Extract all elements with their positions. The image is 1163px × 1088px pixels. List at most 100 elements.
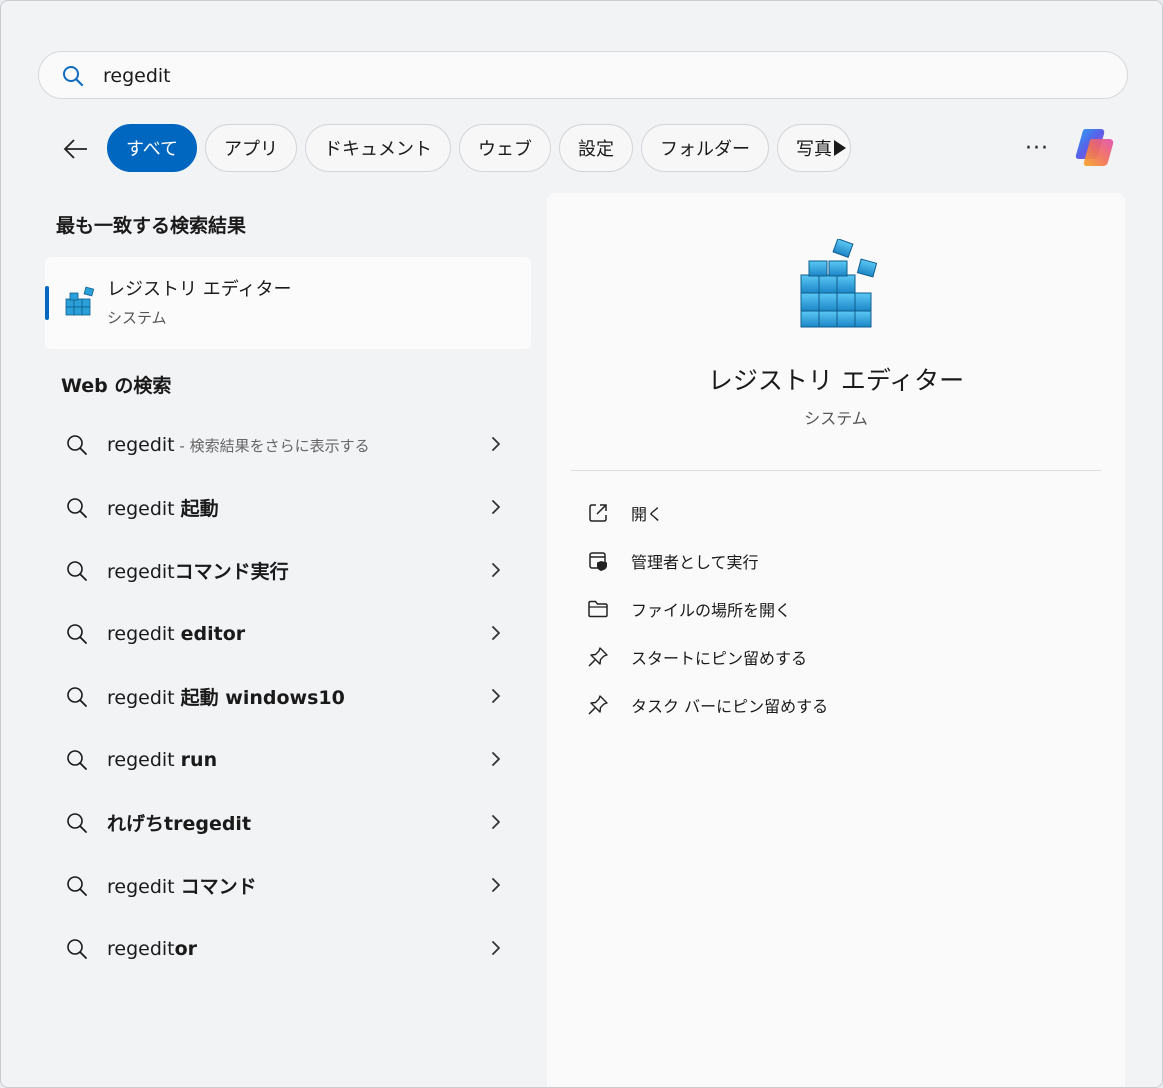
query-text: regedit (107, 876, 181, 898)
action-run-as-admin[interactable]: 管理者として実行 (583, 537, 1083, 585)
web-search-text: regedit run (107, 749, 217, 771)
action-open-file-location-label: ファイルの場所を開く (631, 601, 792, 620)
more-options-button[interactable]: ··· (1017, 135, 1057, 161)
query-suggestion: コマンド実行 (174, 561, 289, 583)
chevron-right-icon (492, 437, 500, 451)
search-icon (67, 687, 87, 707)
shield-admin-icon (589, 552, 607, 571)
web-search-item[interactable]: regedit - 検索結果をさらに表示する (45, 413, 531, 476)
search-window: すべて アプリ ドキュメント ウェブ 設定 フォルダー 写真 ··· 最も一致 (0, 0, 1163, 1088)
back-button[interactable] (57, 131, 93, 167)
query-suggestion: run (180, 748, 218, 771)
chevron-right-icon (492, 878, 500, 892)
query-text: regedit (107, 622, 181, 645)
web-search-item[interactable]: regedit editor (45, 602, 531, 665)
search-input[interactable] (103, 60, 1083, 92)
more-filters-button[interactable] (827, 135, 853, 161)
chip-web[interactable]: ウェブ (459, 124, 552, 172)
search-icon (67, 624, 87, 644)
action-open-label: 開く (631, 505, 664, 524)
registry-editor-large-icon (800, 239, 878, 328)
action-list: 開く 管理者として実行 ファイルの場所を開く スタートにピン留めする タスク バ… (583, 489, 1083, 729)
query-text: regedit (107, 748, 181, 771)
pin-icon (588, 647, 608, 667)
chevron-right-icon (492, 752, 500, 766)
web-search-item[interactable]: regedit 起動 windows10 (45, 665, 531, 728)
web-search-item[interactable]: regedit run (45, 728, 531, 791)
query-suffix: - 検索結果をさらに表示する (174, 436, 370, 455)
search-icon (67, 498, 87, 518)
web-search-item[interactable]: regedit 起動 (45, 476, 531, 539)
search-icon (67, 939, 87, 959)
web-search-item[interactable]: れげちtregedit (45, 791, 531, 854)
chevron-right-icon (492, 500, 500, 514)
open-external-icon (589, 504, 607, 522)
query-text: regedit (107, 561, 175, 583)
search-icon (67, 813, 87, 833)
registry-editor-icon (65, 286, 95, 316)
search-box[interactable] (38, 51, 1128, 99)
divider (571, 470, 1101, 471)
web-search-list: regedit - 検索結果をさらに表示する regedit 起動 regeditコ… (45, 413, 531, 980)
web-search-text: regedit editor (107, 623, 245, 645)
chip-folders[interactable]: フォルダー (641, 124, 770, 172)
search-icon (67, 435, 87, 455)
web-search-text: regedit 起動 (107, 494, 219, 521)
query-suggestion: れげちtregedit (107, 813, 252, 835)
query-text: regedit (107, 498, 181, 520)
action-run-as-admin-label: 管理者として実行 (631, 553, 759, 572)
chevron-right-icon (492, 689, 500, 703)
copilot-button[interactable] (1071, 125, 1119, 171)
web-search-text: れげちtregedit (107, 809, 251, 836)
query-suggestion: or (174, 937, 198, 960)
query-text: regedit (107, 687, 181, 709)
query-suggestion: 起動 (180, 498, 219, 520)
best-match-type: システム (107, 309, 167, 327)
chip-all[interactable]: すべて (107, 124, 198, 172)
action-pin-to-start-label: スタートにピン留めする (631, 649, 808, 668)
preview-app-type: システム (804, 409, 868, 428)
chevron-right-icon (492, 563, 500, 577)
query-suggestion: コマンド (180, 876, 257, 898)
action-pin-to-taskbar-label: タスク バーにピン留めする (631, 697, 829, 716)
query-text: regedit (107, 433, 175, 456)
chevron-right-icon (492, 626, 500, 640)
action-open-file-location[interactable]: ファイルの場所を開く (583, 585, 1083, 633)
web-search-text: regedit コマンド (107, 872, 257, 899)
query-suggestion: 起動 windows10 (180, 687, 345, 709)
web-search-text: regeditor (107, 938, 197, 960)
search-icon (67, 561, 87, 581)
arrow-left-icon (63, 139, 87, 159)
best-match-name: レジストリ エディター (107, 279, 292, 300)
web-search-item[interactable]: regeditor (45, 917, 531, 980)
copilot-icon (1075, 129, 1114, 166)
selection-indicator (45, 286, 49, 320)
web-search-text: regeditコマンド実行 (107, 557, 289, 584)
best-match-heading: 最も一致する検索結果 (56, 215, 247, 237)
best-match-item[interactable]: レジストリ エディター システム (45, 257, 531, 349)
action-pin-to-taskbar[interactable]: タスク バーにピン留めする (583, 681, 1083, 729)
action-open[interactable]: 開く (583, 489, 1083, 537)
web-search-item[interactable]: regedit コマンド (45, 854, 531, 917)
web-search-item[interactable]: regeditコマンド実行 (45, 539, 531, 602)
chip-settings[interactable]: 設定 (559, 124, 634, 172)
web-search-text: regedit 起動 windows10 (107, 683, 345, 710)
filter-chips: すべて アプリ ドキュメント ウェブ 設定 フォルダー 写真 (107, 124, 852, 172)
chip-apps[interactable]: アプリ (205, 124, 298, 172)
action-pin-to-start[interactable]: スタートにピン留めする (583, 633, 1083, 681)
chevron-right-icon (492, 941, 500, 955)
web-search-heading: Web の検索 (61, 375, 172, 397)
chevron-right-icon (492, 815, 500, 829)
preview-pane: レジストリ エディター システム 開く 管理者として実行 ファイルの場所を開く … (547, 193, 1125, 1087)
web-search-text: regedit - 検索結果をさらに表示する (107, 434, 370, 456)
search-icon (63, 66, 84, 87)
chip-documents[interactable]: ドキュメント (305, 124, 452, 172)
search-icon (67, 750, 87, 770)
play-icon (834, 140, 846, 156)
search-icon (67, 876, 87, 896)
folder-icon (588, 600, 608, 618)
query-suggestion: editor (180, 622, 246, 645)
query-text: regedit (107, 937, 175, 960)
preview-app-name: レジストリ エディター (707, 366, 965, 395)
pin-icon (588, 695, 608, 715)
